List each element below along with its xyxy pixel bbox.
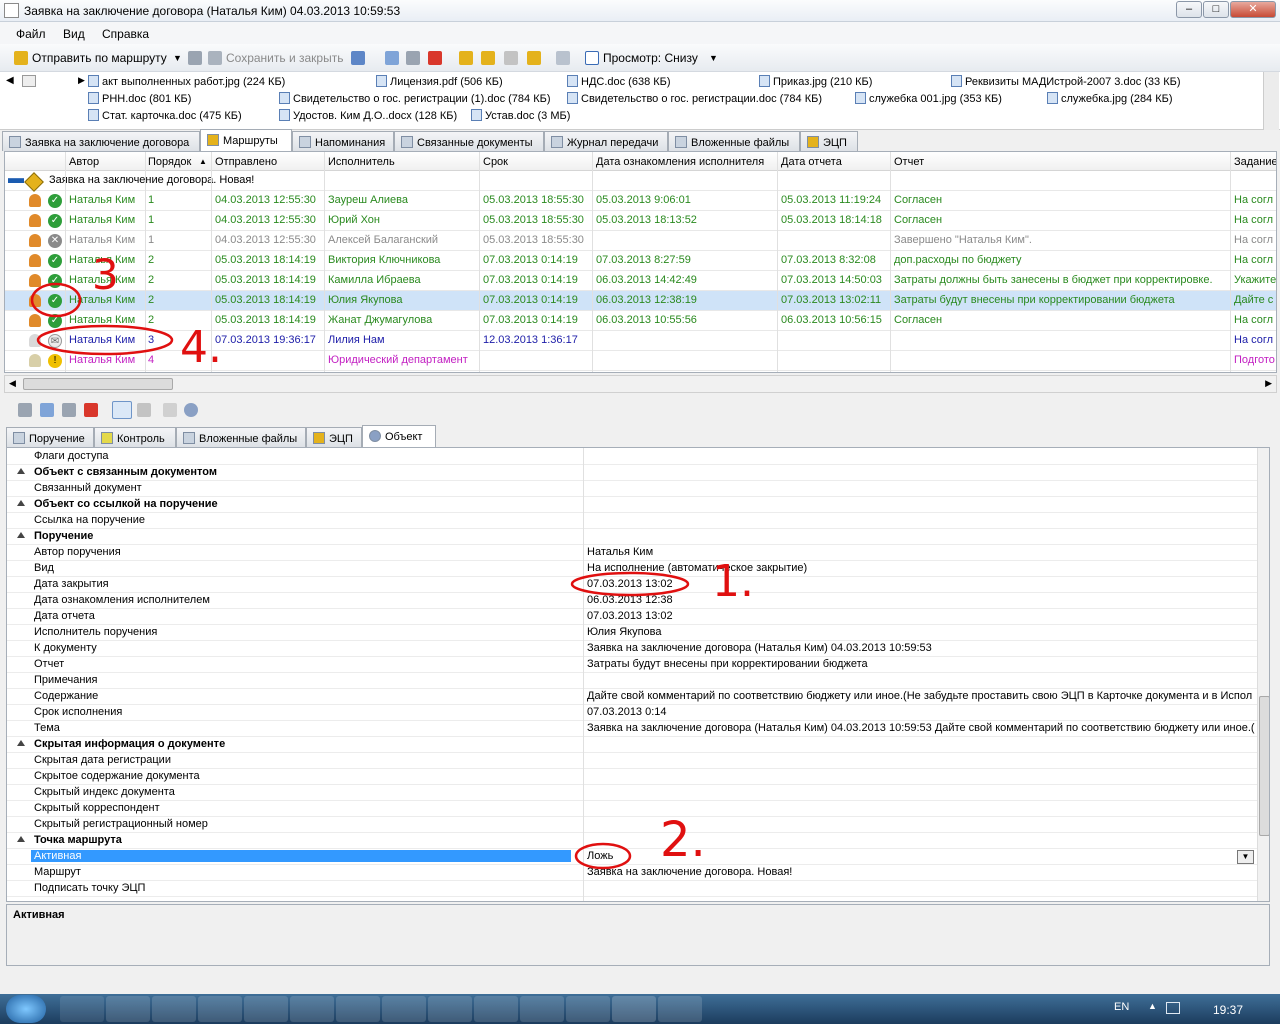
annotation-circle xyxy=(574,842,632,870)
annotation-number: 1. xyxy=(712,556,754,607)
annotation-circle xyxy=(30,282,82,318)
start-button[interactable] xyxy=(6,995,46,1023)
taskbar-app[interactable] xyxy=(612,996,656,1022)
taskbar-app[interactable] xyxy=(336,996,380,1022)
taskbar-app[interactable] xyxy=(428,996,472,1022)
network-icon[interactable] xyxy=(1166,1002,1180,1014)
taskbar-app[interactable] xyxy=(658,996,702,1022)
annotation-number: 2. xyxy=(660,812,706,868)
taskbar-app[interactable] xyxy=(290,996,334,1022)
taskbar-app[interactable] xyxy=(198,996,242,1022)
taskbar: EN ▲ 19:37 xyxy=(0,994,1280,1024)
taskbar-app[interactable] xyxy=(106,996,150,1022)
taskbar-app[interactable] xyxy=(474,996,518,1022)
annotation-circle xyxy=(570,571,690,597)
tray-arrow-icon[interactable]: ▲ xyxy=(1148,1001,1157,1011)
taskbar-app[interactable] xyxy=(566,996,610,1022)
annotation-number: 3 xyxy=(92,250,119,299)
taskbar-app[interactable] xyxy=(244,996,288,1022)
taskbar-app[interactable] xyxy=(382,996,426,1022)
taskbar-app[interactable] xyxy=(60,996,104,1022)
taskbar-app[interactable] xyxy=(520,996,564,1022)
taskbar-app[interactable] xyxy=(152,996,196,1022)
red-annotations xyxy=(30,282,690,870)
annotation-number: 4. xyxy=(180,322,222,373)
language-indicator[interactable]: EN xyxy=(1114,1001,1129,1013)
clock[interactable]: 19:37 xyxy=(1213,1003,1243,1017)
annotation-circle xyxy=(36,324,174,356)
